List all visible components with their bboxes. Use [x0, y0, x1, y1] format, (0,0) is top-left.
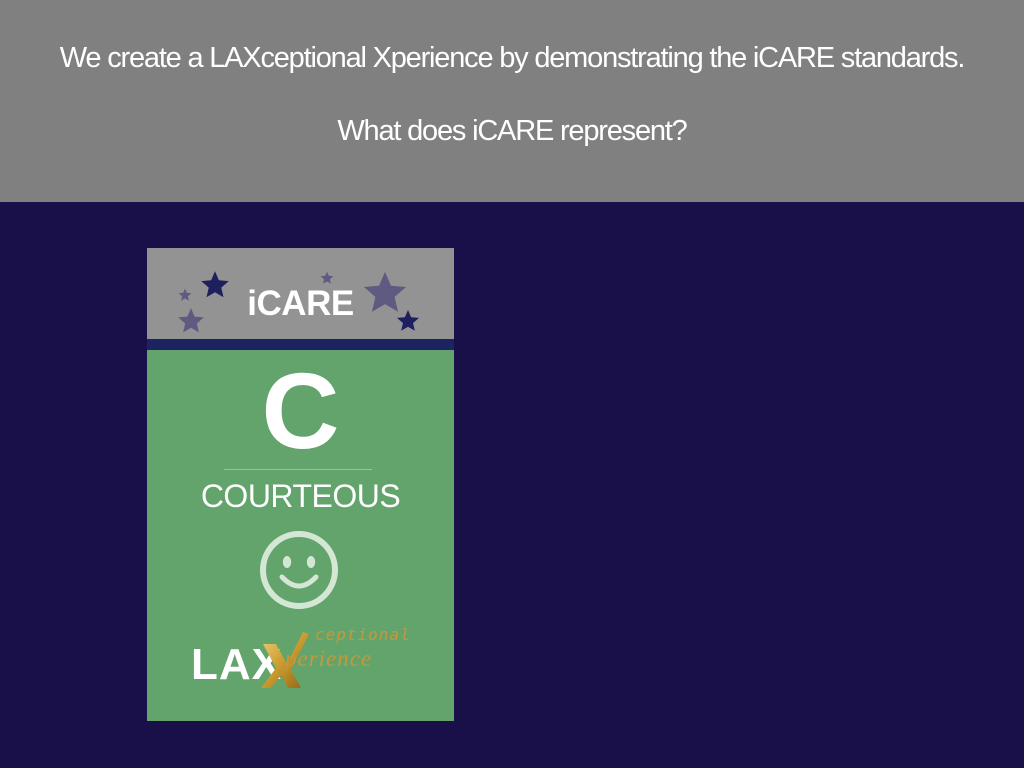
- banner-heading: We create a LAXceptional Xperience by de…: [59, 42, 966, 74]
- banner-question: What does iCARE represent?: [337, 115, 687, 147]
- smiley-face-icon: [260, 531, 338, 609]
- top-banner: We create a LAXceptional Xperience by de…: [0, 0, 1024, 202]
- icare-word: COURTEOUS: [200, 478, 401, 514]
- icare-card: iCARE C COURTEOUS LAX ceptional perience: [147, 248, 454, 721]
- header-stripe: [147, 339, 454, 350]
- star-icon: [320, 271, 334, 284]
- logo-perience-text: perience: [285, 646, 373, 671]
- card-header: iCARE: [147, 248, 454, 339]
- icare-title: iCARE: [247, 284, 354, 323]
- laxceptional-xperience-logo: LAX ceptional perience: [187, 620, 412, 690]
- divider: [224, 469, 372, 470]
- logo-ceptional-text: ceptional: [315, 625, 411, 644]
- icare-letter: C: [261, 350, 340, 471]
